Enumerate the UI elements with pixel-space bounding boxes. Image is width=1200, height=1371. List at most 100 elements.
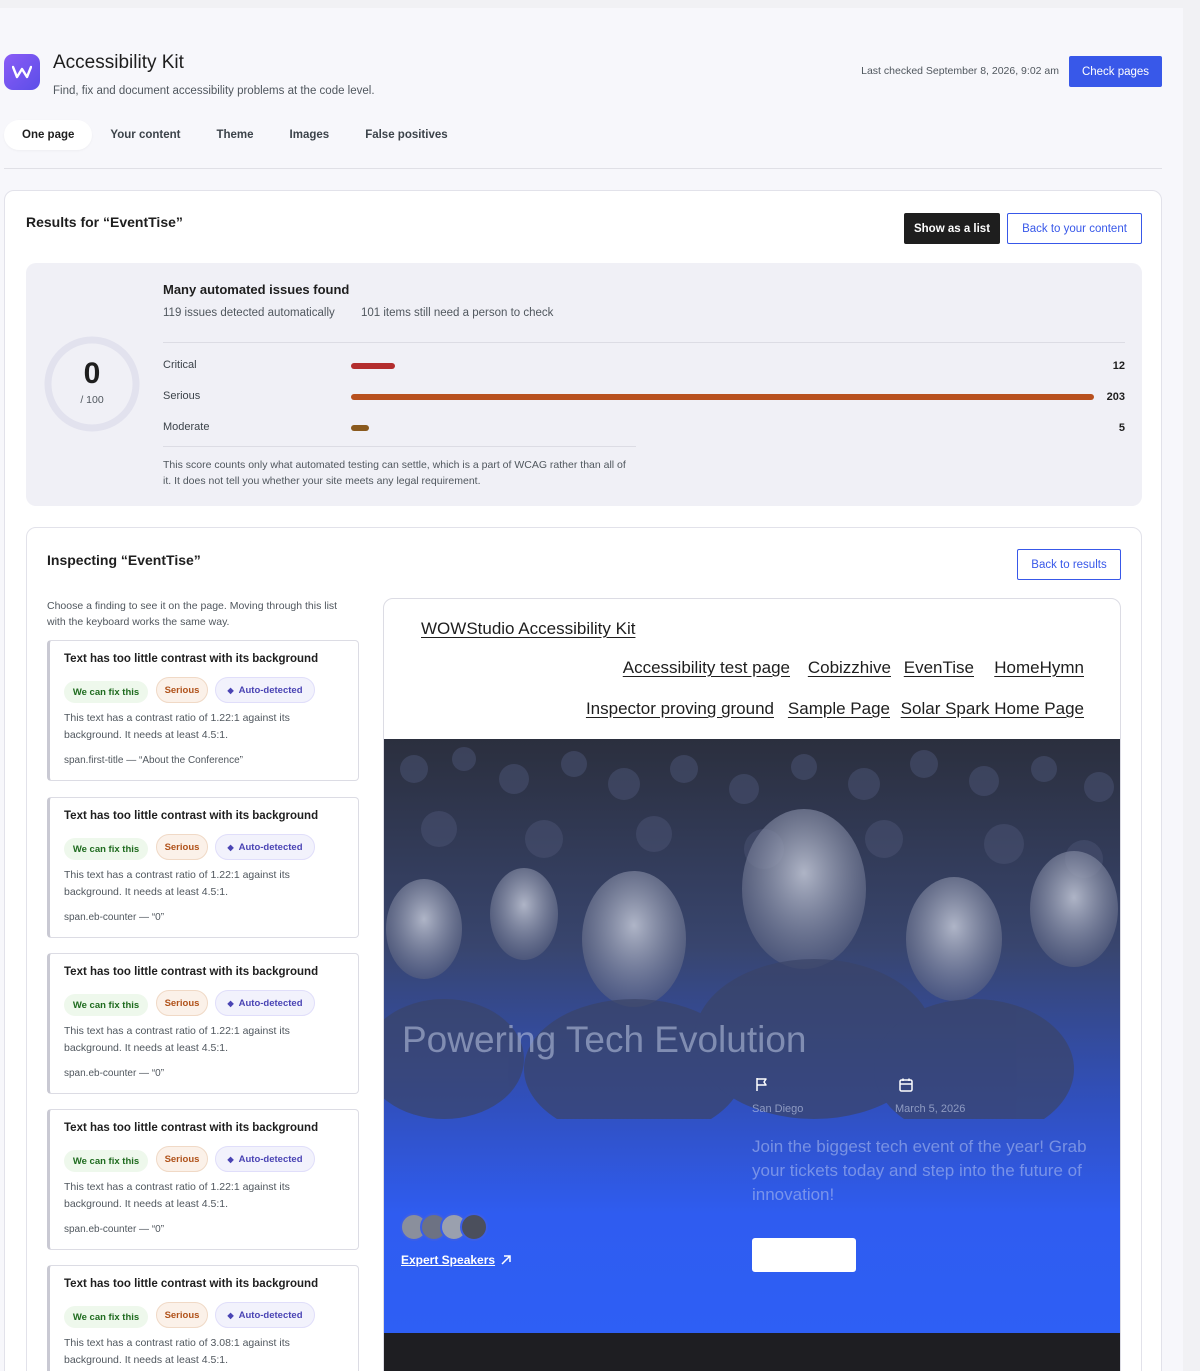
issues-title: Many automated issues found bbox=[163, 282, 350, 297]
score-disclaimer: This score counts only what automated te… bbox=[163, 459, 626, 487]
fixable-badge: We can fix this bbox=[64, 681, 148, 703]
finding-card[interactable]: Text has too little contrast with its ba… bbox=[47, 797, 359, 938]
preview-nav-sample-page[interactable]: Sample Page bbox=[788, 699, 890, 719]
preview-nav-eventise[interactable]: EvenTise bbox=[904, 658, 974, 678]
diamond-icon: ◆ bbox=[227, 1154, 234, 1164]
hero-section: Powering Tech Evolution San Diego March … bbox=[384, 739, 1120, 1333]
severity-label-moderate: Moderate bbox=[163, 421, 210, 433]
finding-title: Text has too little contrast with its ba… bbox=[64, 653, 319, 665]
app-subtitle: Find, fix and document accessibility pro… bbox=[53, 85, 375, 97]
finding-selector: span.eb-counter — “0” bbox=[64, 1068, 165, 1079]
score-max: / 100 bbox=[80, 394, 104, 406]
preview-site-title[interactable]: WOWStudio Accessibility Kit bbox=[421, 619, 635, 639]
preview-nav-solar-spark[interactable]: Solar Spark Home Page bbox=[901, 699, 1084, 719]
finding-title: Text has too little contrast with its ba… bbox=[64, 966, 319, 978]
finding-card[interactable]: Text has too little contrast with its ba… bbox=[47, 1265, 359, 1371]
auto-detected-badge: ◆ Auto-detected bbox=[215, 990, 315, 1016]
manual-check-count: 101 items still need a person to check bbox=[361, 307, 554, 319]
severity-badge: Serious bbox=[156, 677, 208, 703]
hero-cta-button[interactable] bbox=[752, 1238, 856, 1272]
preview-nav-accessibility-test[interactable]: Accessibility test page bbox=[623, 658, 790, 678]
severity-track-serious bbox=[351, 394, 1094, 400]
finding-card[interactable]: Text has too little contrast with its ba… bbox=[47, 953, 359, 1094]
diamond-icon: ◆ bbox=[227, 842, 234, 852]
severity-badge: Serious bbox=[156, 1146, 208, 1172]
divider bbox=[163, 342, 1125, 343]
auto-detected-label: Auto-detected bbox=[238, 841, 303, 853]
expert-speakers-link[interactable]: Expert Speakers bbox=[401, 1253, 513, 1267]
severity-track-moderate bbox=[351, 425, 1094, 431]
severity-count-moderate: 5 bbox=[1118, 422, 1125, 434]
finding-title: Text has too little contrast with its ba… bbox=[64, 1122, 319, 1134]
last-checked-text: Last checked September 8, 2026, 9:02 am bbox=[861, 65, 1059, 77]
preview-footer bbox=[384, 1333, 1120, 1371]
fixable-badge: We can fix this bbox=[64, 994, 148, 1016]
app-title: Accessibility Kit bbox=[53, 52, 184, 73]
show-as-list-button[interactable]: Show as a list bbox=[904, 213, 1000, 244]
results-title: Results for “EventTise” bbox=[26, 214, 183, 230]
finding-description: This text has a contrast ratio of 1.22:1… bbox=[64, 712, 290, 741]
finding-description: This text has a contrast ratio of 1.22:1… bbox=[64, 1181, 290, 1210]
tab-your-content[interactable]: Your content bbox=[92, 120, 198, 150]
finding-description: This text has a contrast ratio of 3.08:1… bbox=[64, 1337, 290, 1366]
hero-crowd-photo bbox=[384, 747, 1118, 1119]
severity-track-critical bbox=[351, 363, 1094, 369]
severity-label-critical: Critical bbox=[163, 359, 197, 371]
finding-selector: span.first-title — “About the Conference… bbox=[64, 755, 243, 766]
preview-nav-cobizzhive[interactable]: Cobizzhive bbox=[808, 658, 891, 678]
finding-description: This text has a contrast ratio of 1.22:1… bbox=[64, 869, 290, 898]
finding-description: This text has a contrast ratio of 1.22:1… bbox=[64, 1025, 290, 1054]
arrow-up-right-icon bbox=[501, 1255, 511, 1265]
finding-card[interactable]: Text has too little contrast with its ba… bbox=[47, 1109, 359, 1250]
page-preview[interactable]: WOWStudio Accessibility Kit HomeHymn Eve… bbox=[383, 598, 1121, 1371]
auto-detected-badge: ◆ Auto-detected bbox=[215, 1146, 315, 1172]
flag-icon bbox=[756, 1078, 767, 1091]
severity-count-critical: 12 bbox=[1112, 360, 1125, 372]
preview-nav-homehymn[interactable]: HomeHymn bbox=[994, 658, 1084, 678]
score-summary: 0 / 100 Many automated issues found 119 … bbox=[26, 263, 1142, 506]
auto-detected-label: Auto-detected bbox=[238, 997, 303, 1009]
inspect-help-text: Choose a finding to see it on the page. … bbox=[47, 600, 338, 628]
fixable-badge: We can fix this bbox=[64, 1306, 148, 1328]
main-tabs: One page Your content Theme Images False… bbox=[4, 120, 466, 150]
severity-badge: Serious bbox=[156, 1302, 208, 1328]
severity-badge: Serious bbox=[156, 990, 208, 1016]
auto-detected-label: Auto-detected bbox=[238, 1309, 303, 1321]
calendar-icon bbox=[899, 1078, 913, 1092]
finding-card[interactable]: Text has too little contrast with its ba… bbox=[47, 640, 359, 781]
inspect-title: Inspecting “EventTise” bbox=[47, 552, 201, 568]
fixable-badge: We can fix this bbox=[64, 1150, 148, 1172]
auto-detected-label: Auto-detected bbox=[238, 684, 303, 696]
diamond-icon: ◆ bbox=[227, 1310, 234, 1320]
back-to-content-button[interactable]: Back to your content bbox=[1007, 213, 1142, 244]
results-panel: Results for “EventTise” Show as a list B… bbox=[4, 190, 1162, 1371]
severity-badge: Serious bbox=[156, 834, 208, 860]
hero-location: San Diego bbox=[752, 1103, 804, 1115]
hero-description: Join the biggest tech event of the year!… bbox=[752, 1137, 1087, 1204]
tab-theme[interactable]: Theme bbox=[198, 120, 271, 150]
severity-label-serious: Serious bbox=[163, 390, 201, 402]
check-pages-button[interactable]: Check pages bbox=[1069, 56, 1162, 87]
diamond-icon: ◆ bbox=[227, 998, 234, 1008]
auto-detected-badge: ◆ Auto-detected bbox=[215, 834, 315, 860]
auto-detected-badge: ◆ Auto-detected bbox=[215, 677, 315, 703]
severity-count-serious: 203 bbox=[1106, 391, 1125, 403]
avatar bbox=[460, 1213, 488, 1241]
hero-title: Powering Tech Evolution bbox=[402, 1019, 807, 1060]
auto-detected-label: Auto-detected bbox=[238, 1153, 303, 1165]
tab-images[interactable]: Images bbox=[272, 120, 348, 150]
auto-detected-count: 119 issues detected automatically bbox=[163, 307, 335, 319]
inspect-panel: Inspecting “EventTise” Back to results C… bbox=[26, 527, 1142, 1371]
hero-date: March 5, 2026 bbox=[895, 1103, 966, 1115]
finding-selector: span.eb-counter — “0” bbox=[64, 1224, 165, 1235]
speaker-avatars bbox=[400, 1213, 490, 1243]
severity-bar-serious bbox=[351, 394, 1094, 400]
tab-one-page[interactable]: One page bbox=[4, 120, 93, 150]
app-logo bbox=[4, 54, 40, 90]
tabs-divider bbox=[4, 168, 1162, 169]
preview-nav-inspector[interactable]: Inspector proving ground bbox=[586, 699, 774, 719]
severity-bar-moderate bbox=[351, 425, 370, 431]
tab-false-positives[interactable]: False positives bbox=[347, 120, 465, 150]
back-to-results-button[interactable]: Back to results bbox=[1017, 549, 1121, 580]
finding-selector: span.eb-counter — “0” bbox=[64, 912, 165, 923]
